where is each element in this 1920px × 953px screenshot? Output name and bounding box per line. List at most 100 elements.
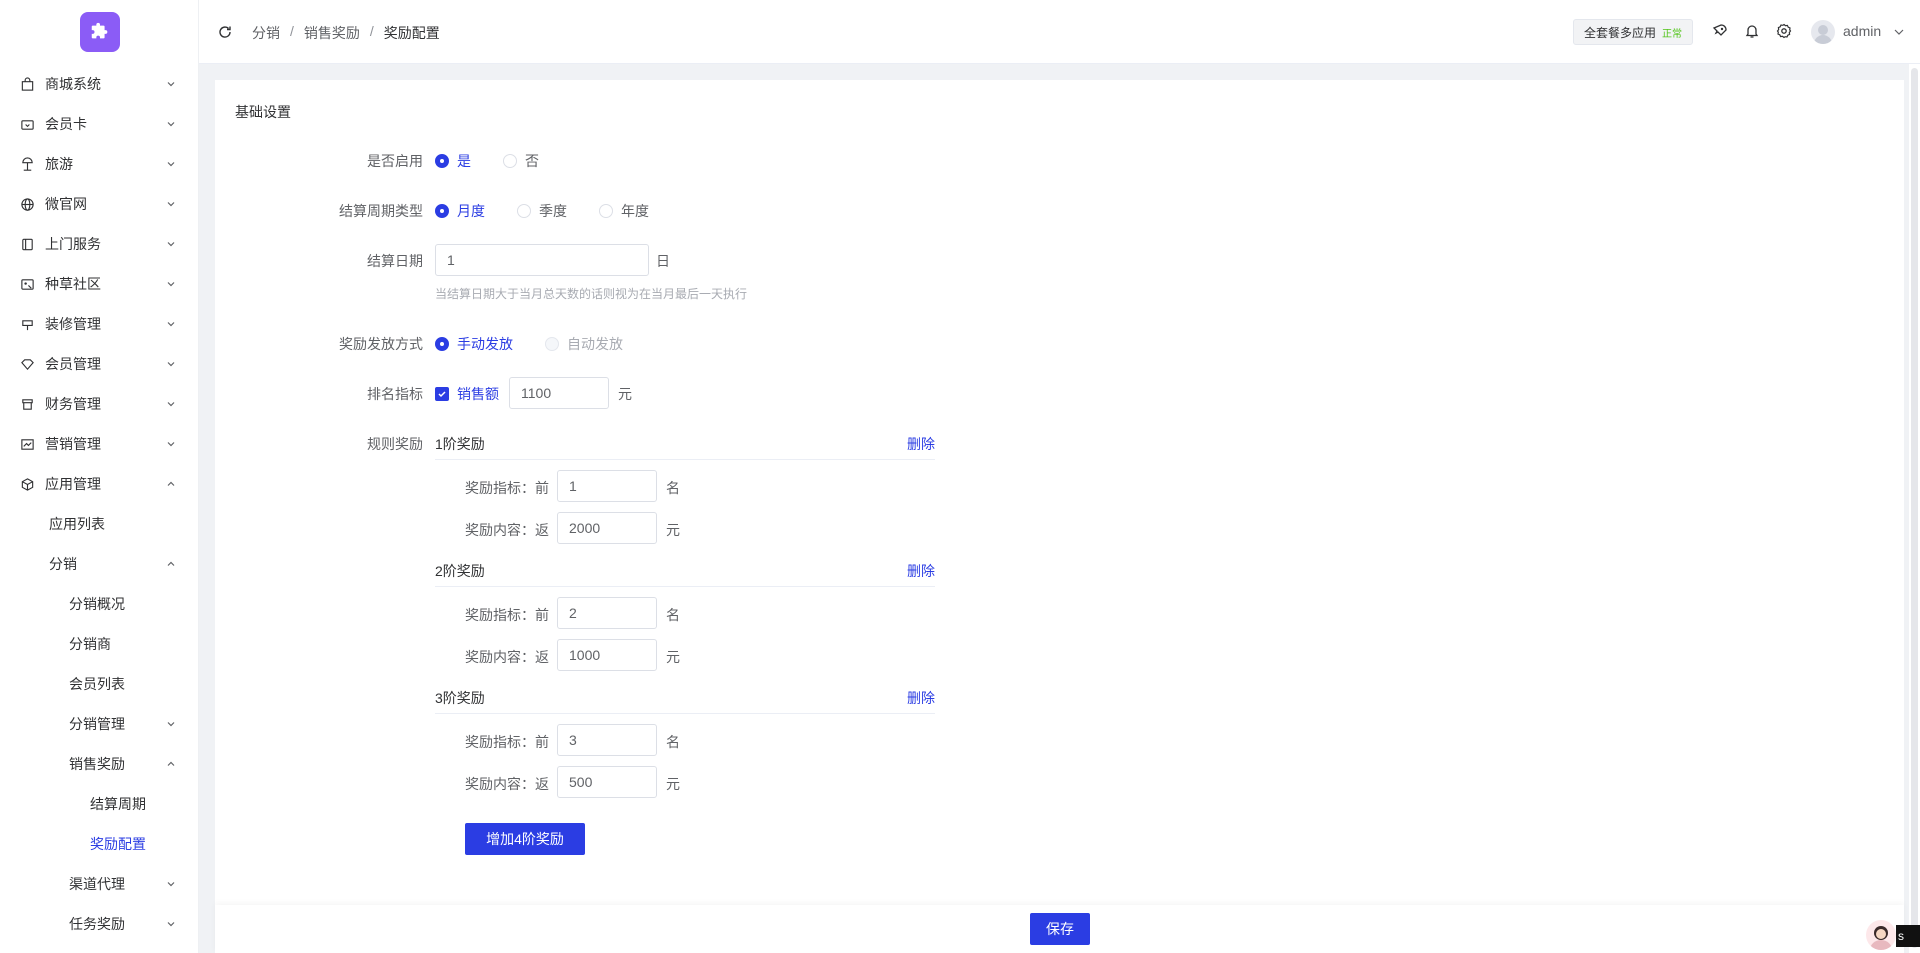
tier-metric-input[interactable] bbox=[557, 724, 657, 756]
sidebar-item-marketing[interactable]: 营销管理 bbox=[0, 424, 198, 464]
sidebar-item-community[interactable]: 种草社区 bbox=[0, 264, 198, 304]
chevron-down-icon[interactable] bbox=[1893, 27, 1905, 37]
tier-title: 3阶奖励 bbox=[435, 690, 485, 706]
breadcrumb-current: 奖励配置 bbox=[383, 25, 440, 41]
app-logo[interactable] bbox=[80, 12, 120, 52]
sidebar-item-decoration[interactable]: 装修管理 bbox=[0, 304, 198, 344]
sidebar-item-settlement-cycle[interactable]: 结算周期 bbox=[0, 784, 198, 824]
tier-metric-label: 奖励指标：前 bbox=[465, 607, 549, 623]
sidebar-item-membership-card[interactable]: 会员卡 bbox=[0, 104, 198, 144]
tier-content-unit: 元 bbox=[666, 522, 680, 538]
payout-auto-radio[interactable]: 自动发放 bbox=[545, 334, 623, 354]
username[interactable]: admin bbox=[1843, 23, 1881, 39]
sales-checkbox[interactable]: 销售额 bbox=[435, 384, 499, 404]
enable-yes-radio[interactable]: 是 bbox=[435, 151, 471, 171]
sidebar-item-member-management[interactable]: 会员管理 bbox=[0, 344, 198, 384]
sidebar-item-home-service[interactable]: 上门服务 bbox=[0, 224, 198, 264]
sidebar-item-label: 营销管理 bbox=[45, 436, 101, 452]
sidebar-item-label: 旅游 bbox=[45, 156, 73, 172]
sidebar-item-label: 种草社区 bbox=[45, 276, 101, 292]
section-title: 基础设置 bbox=[235, 104, 291, 120]
sidebar-item-label: 应用管理 bbox=[45, 476, 101, 492]
settle-day-input[interactable] bbox=[435, 244, 649, 276]
cycle-quarterly-radio[interactable]: 季度 bbox=[517, 201, 567, 221]
beach-icon bbox=[22, 157, 33, 171]
sidebar-item-travel[interactable]: 旅游 bbox=[0, 144, 198, 184]
tier-metric-input[interactable] bbox=[557, 597, 657, 629]
cycle-label: 结算周期类型 bbox=[339, 203, 423, 219]
tier-content-label: 奖励内容：返 bbox=[465, 649, 549, 665]
payout-manual-radio[interactable]: 手动发放 bbox=[435, 334, 513, 354]
sidebar-item-label: 渠道代理 bbox=[69, 876, 125, 892]
sidebar-item-website[interactable]: 微官网 bbox=[0, 184, 198, 224]
sidebar-menu: 商城系统 会员卡 旅游 微官网 上门服务 种草社区 装修管理 会员管理 财务管理… bbox=[0, 64, 198, 944]
chevron-down-icon bbox=[167, 242, 175, 247]
sidebar-item-app-management[interactable]: 应用管理 bbox=[0, 464, 198, 504]
sidebar-item-app-list[interactable]: 应用列表 bbox=[0, 504, 198, 544]
sidebar: 商城系统 会员卡 旅游 微官网 上门服务 种草社区 装修管理 会员管理 财务管理… bbox=[0, 0, 199, 953]
sidebar-item-task-reward[interactable]: 任务奖励 bbox=[0, 904, 198, 944]
chevron-down-icon bbox=[167, 922, 175, 927]
sidebar-item-member-list[interactable]: 会员列表 bbox=[0, 664, 198, 704]
scrollbar-thumb[interactable] bbox=[1911, 68, 1918, 948]
tier-content-input[interactable] bbox=[557, 512, 657, 544]
add-tier-button[interactable]: 增加4阶奖励 bbox=[465, 823, 585, 855]
sidebar-item-distribution[interactable]: 分销 bbox=[0, 544, 198, 584]
breadcrumb-item[interactable]: 销售奖励 bbox=[304, 23, 360, 43]
save-button[interactable]: 保存 bbox=[1030, 913, 1090, 945]
ranking-value-input[interactable] bbox=[509, 377, 609, 409]
assistant-tag[interactable]: s bbox=[1896, 925, 1920, 947]
breadcrumb-item[interactable]: 分销 bbox=[252, 23, 280, 43]
sidebar-item-distribution-overview[interactable]: 分销概况 bbox=[0, 584, 198, 624]
sidebar-item-label: 会员卡 bbox=[45, 116, 87, 132]
assistant-avatar[interactable] bbox=[1866, 920, 1896, 950]
plan-badge[interactable]: 全套餐多应用 正常 bbox=[1573, 19, 1694, 45]
tier-content-input[interactable] bbox=[557, 766, 657, 798]
scrollbar[interactable] bbox=[1909, 64, 1920, 953]
cycle-yearly-radio[interactable]: 年度 bbox=[599, 201, 649, 221]
sidebar-item-channel-agent[interactable]: 渠道代理 bbox=[0, 864, 198, 904]
tier-delete-link[interactable]: 删除 bbox=[907, 688, 935, 708]
refresh-icon[interactable] bbox=[217, 24, 233, 40]
tier-delete-link[interactable]: 删除 bbox=[907, 561, 935, 581]
bell-icon[interactable] bbox=[1744, 23, 1760, 39]
sidebar-item-label: 上门服务 bbox=[45, 236, 101, 252]
sidebar-item-reward-config[interactable]: 奖励配置 bbox=[0, 824, 198, 864]
chevron-up-icon bbox=[167, 561, 175, 566]
radio-dot bbox=[545, 337, 559, 351]
chevron-down-icon bbox=[167, 122, 175, 127]
sidebar-item-distributors[interactable]: 分销商 bbox=[0, 624, 198, 664]
rocket-icon[interactable] bbox=[1712, 23, 1728, 39]
enable-no-radio[interactable]: 否 bbox=[503, 151, 539, 171]
tier-metric-input[interactable] bbox=[557, 470, 657, 502]
payout-label: 奖励发放方式 bbox=[339, 336, 423, 352]
sidebar-item-label: 分销 bbox=[49, 556, 77, 572]
chevron-down-icon bbox=[167, 202, 175, 207]
breadcrumb: 分销 / 销售奖励 / 奖励配置 bbox=[252, 23, 440, 43]
plan-label: 全套餐多应用 bbox=[1584, 25, 1657, 40]
gear-icon[interactable] bbox=[1776, 23, 1792, 39]
chevron-down-icon bbox=[167, 322, 175, 327]
sidebar-item-sales-reward[interactable]: 销售奖励 bbox=[0, 744, 198, 784]
plan-status: 正常 bbox=[1662, 28, 1683, 40]
radio-label: 是 bbox=[457, 153, 471, 169]
radio-label: 季度 bbox=[539, 203, 567, 219]
radio-dot bbox=[517, 204, 531, 218]
service-icon bbox=[22, 238, 33, 251]
sidebar-item-label: 商城系统 bbox=[45, 76, 101, 92]
sidebar-item-label: 分销管理 bbox=[69, 716, 125, 732]
ranking-label: 排名指标 bbox=[367, 386, 423, 402]
sidebar-item-distribution-management[interactable]: 分销管理 bbox=[0, 704, 198, 744]
sidebar-item-mall[interactable]: 商城系统 bbox=[0, 64, 198, 104]
tier-delete-link[interactable]: 删除 bbox=[907, 434, 935, 454]
cube-icon bbox=[21, 478, 34, 491]
sidebar-item-label: 分销概况 bbox=[69, 596, 125, 612]
sidebar-item-label: 销售奖励 bbox=[69, 756, 125, 772]
sidebar-item-finance[interactable]: 财务管理 bbox=[0, 384, 198, 424]
chevron-up-icon bbox=[167, 761, 175, 766]
avatar[interactable] bbox=[1811, 20, 1835, 44]
tier-header: 3阶奖励 删除 bbox=[435, 688, 935, 714]
tier-metric-label: 奖励指标：前 bbox=[465, 480, 549, 496]
cycle-monthly-radio[interactable]: 月度 bbox=[435, 201, 485, 221]
tier-content-input[interactable] bbox=[557, 639, 657, 671]
